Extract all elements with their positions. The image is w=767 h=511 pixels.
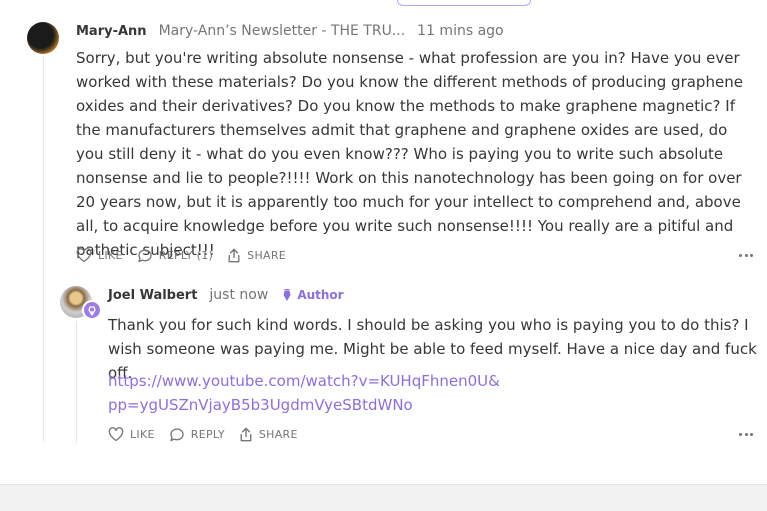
reply-label: REPLY [190, 428, 225, 441]
pen-nib-icon [283, 289, 291, 301]
ellipsis-icon[interactable] [739, 254, 753, 258]
like-button[interactable]: LIKE [108, 427, 155, 442]
share-label: SHARE [258, 428, 298, 441]
share-icon [240, 427, 252, 442]
comment-bubble-icon [138, 249, 152, 263]
thread-line [43, 56, 44, 442]
share-icon [228, 248, 240, 263]
share-button[interactable]: SHARE [227, 248, 286, 263]
comment-publication[interactable]: Mary-Ann’s Newsletter - THE TRU... [159, 23, 406, 39]
like-label: LIKE [98, 249, 123, 262]
avatar[interactable] [27, 22, 59, 54]
comment-body: Sorry, but you're writing absolute nonse… [76, 49, 743, 259]
heart-icon [76, 248, 92, 263]
like-label: LIKE [130, 428, 155, 441]
reply-label: REPLY (1) [158, 249, 214, 262]
comment-actions: LIKE REPLY (1) SHARE [76, 248, 300, 263]
share-button[interactable]: SHARE [239, 427, 298, 442]
youtube-link[interactable]: https://www.youtube.com/watch?v=KUHqFhne… [108, 369, 668, 417]
reply-timestamp[interactable]: just now [209, 287, 268, 303]
pen-nib-badge-icon [82, 300, 102, 320]
like-button[interactable]: LIKE [76, 248, 123, 263]
reply-actions: LIKE REPLY SHARE [108, 427, 312, 442]
comment-author-name[interactable]: Mary-Ann [76, 24, 147, 39]
comment-bubble-icon [170, 428, 184, 442]
reply-author-name[interactable]: Joel Walbert [108, 288, 197, 303]
reply-button[interactable]: REPLY [169, 427, 225, 442]
footer-bar [0, 484, 767, 511]
subscribe-button-edge[interactable] [397, 0, 531, 6]
reply-meta: Joel Walbert just now Author [108, 287, 344, 303]
comment-timestamp[interactable]: 11 mins ago [417, 23, 503, 39]
author-tag: Author [282, 288, 344, 302]
reply-thread-line [76, 321, 77, 443]
share-label: SHARE [247, 249, 287, 262]
reply-button[interactable]: REPLY (1) [137, 248, 213, 263]
ellipsis-icon[interactable] [739, 433, 753, 437]
heart-icon [108, 427, 124, 442]
author-tag-label: Author [297, 288, 344, 302]
comment-meta: Mary-Ann Mary-Ann’s Newsletter - THE TRU… [76, 23, 504, 39]
